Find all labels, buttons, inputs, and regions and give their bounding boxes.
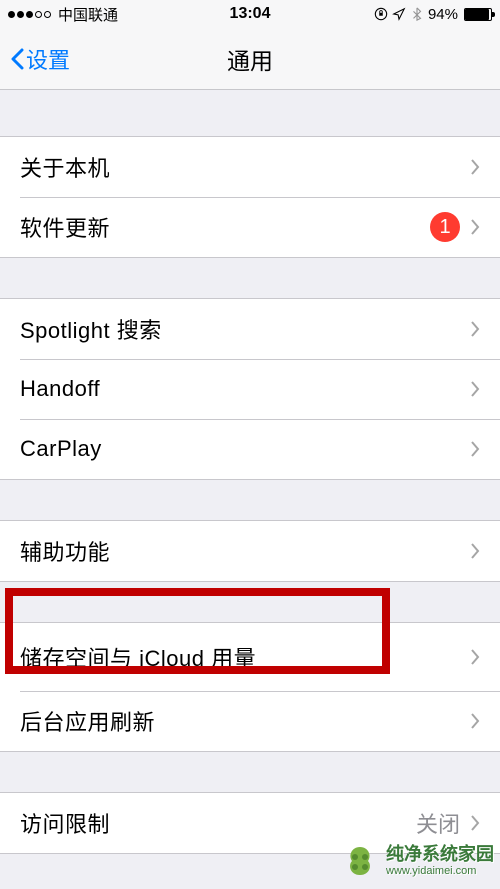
- chevron-right-icon: [470, 440, 480, 458]
- chevron-left-icon: [10, 48, 24, 70]
- cell-label: 访问限制: [20, 807, 110, 839]
- status-right: 94%: [374, 6, 492, 23]
- clock-label: 13:04: [230, 5, 271, 23]
- signal-strength-icon: [8, 11, 51, 18]
- watermark-title: 纯净系统家园: [386, 845, 494, 865]
- cell-label: 辅助功能: [20, 535, 110, 567]
- cell-label: 储存空间与 iCloud 用量: [20, 641, 256, 673]
- cell-spotlight[interactable]: Spotlight 搜索: [0, 299, 500, 359]
- carrier-label: 中国联通: [58, 4, 118, 25]
- lock-rotation-icon: [374, 7, 388, 21]
- cell-storage[interactable]: 储存空间与 iCloud 用量: [0, 623, 500, 691]
- battery-icon: [464, 8, 492, 21]
- watermark-url: www.yidaimei.com: [386, 865, 494, 877]
- cell-label: 关于本机: [20, 151, 110, 183]
- chevron-right-icon: [470, 648, 480, 666]
- chevron-right-icon: [470, 218, 480, 236]
- cell-handoff[interactable]: Handoff: [0, 359, 500, 419]
- group-about: 关于本机 软件更新 1: [0, 136, 500, 258]
- status-bar: 中国联通 13:04 94%: [0, 0, 500, 28]
- cell-software-update[interactable]: 软件更新 1: [0, 197, 500, 257]
- cell-label: 后台应用刷新: [20, 705, 155, 737]
- group-search: Spotlight 搜索 Handoff CarPlay: [0, 298, 500, 480]
- back-label: 设置: [26, 43, 70, 75]
- watermark: 纯净系统家园 www.yidaimei.com: [342, 843, 494, 879]
- page-title: 通用: [227, 42, 273, 76]
- battery-pct-label: 94%: [428, 6, 458, 23]
- update-badge: 1: [430, 212, 460, 242]
- chevron-right-icon: [470, 320, 480, 338]
- chevron-right-icon: [470, 814, 480, 832]
- chevron-right-icon: [470, 158, 480, 176]
- cell-label: 软件更新: [20, 211, 110, 243]
- chevron-right-icon: [470, 712, 480, 730]
- watermark-logo-icon: [342, 843, 378, 879]
- nav-bar: 设置 通用: [0, 28, 500, 90]
- location-icon: [392, 7, 406, 21]
- cell-label: Handoff: [20, 376, 100, 402]
- cell-value: 关闭: [416, 807, 460, 839]
- cell-label: CarPlay: [20, 436, 102, 462]
- group-storage: 储存空间与 iCloud 用量 后台应用刷新: [0, 622, 500, 752]
- cell-about[interactable]: 关于本机: [0, 137, 500, 197]
- status-left: 中国联通: [8, 4, 118, 25]
- chevron-right-icon: [470, 542, 480, 560]
- cell-accessibility[interactable]: 辅助功能: [0, 521, 500, 581]
- cell-label: Spotlight 搜索: [20, 313, 162, 345]
- cell-carplay[interactable]: CarPlay: [0, 419, 500, 479]
- bluetooth-icon: [410, 7, 424, 21]
- chevron-right-icon: [470, 380, 480, 398]
- cell-background-refresh[interactable]: 后台应用刷新: [0, 691, 500, 751]
- group-accessibility: 辅助功能: [0, 520, 500, 582]
- back-button[interactable]: 设置: [10, 43, 70, 75]
